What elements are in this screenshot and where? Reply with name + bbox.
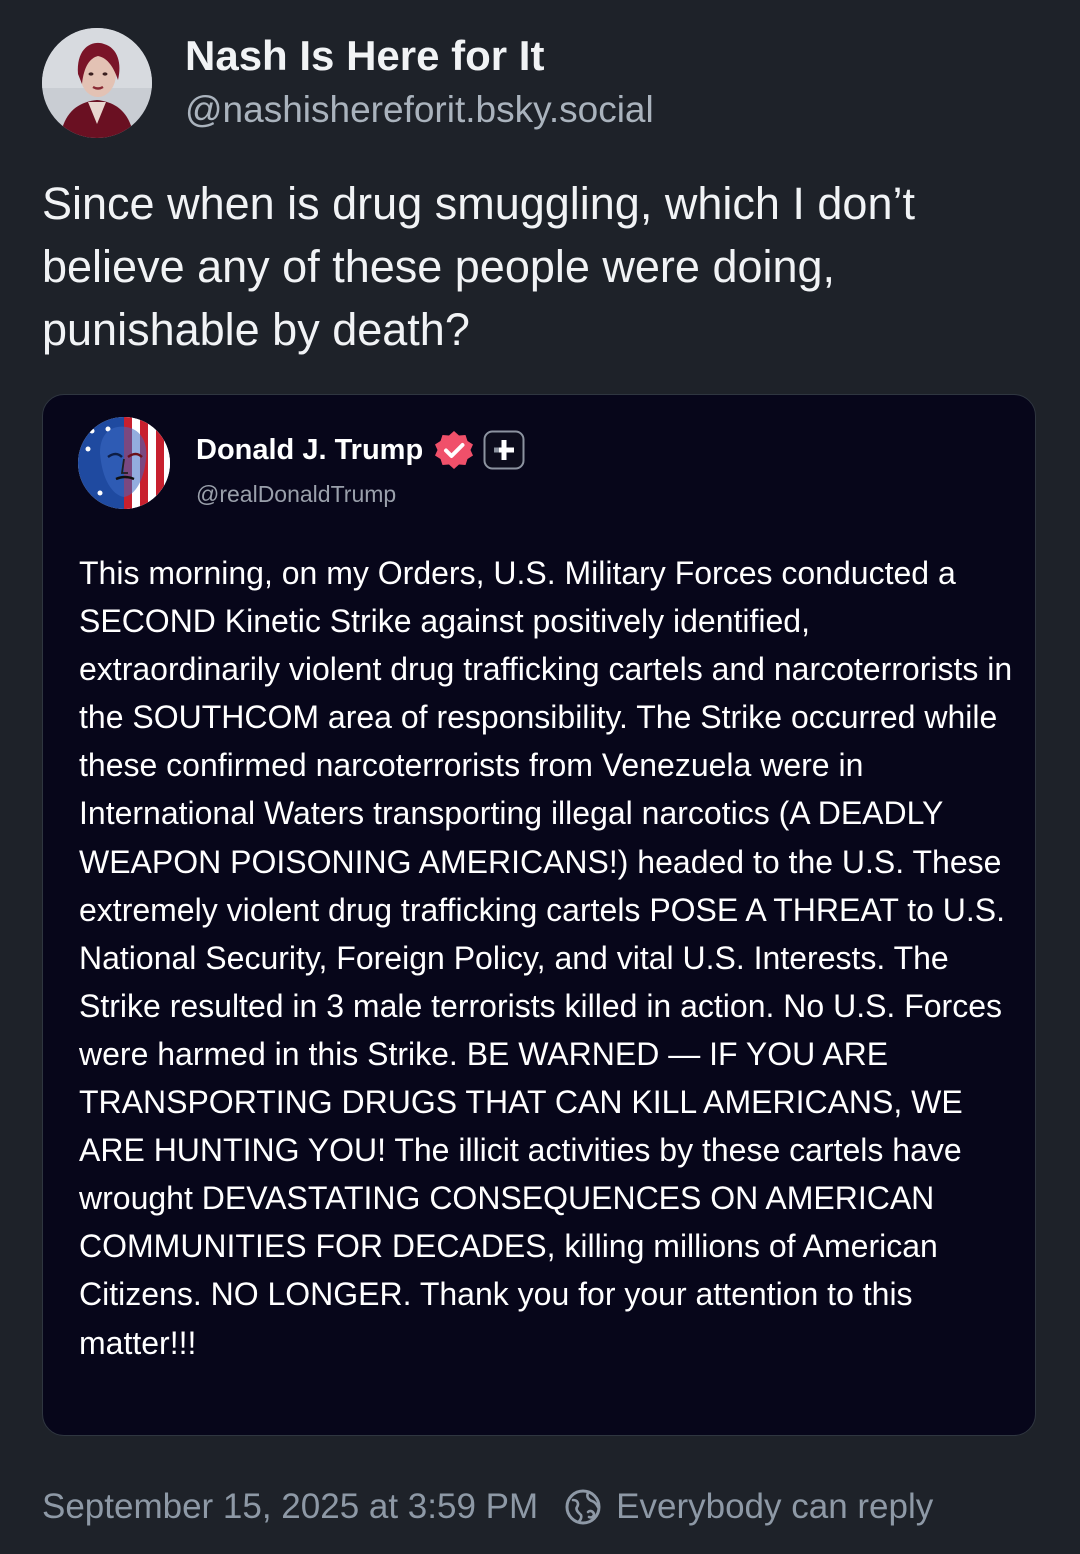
quoted-author-avatar[interactable] bbox=[78, 417, 170, 509]
author-display-name[interactable]: Nash Is Here for It bbox=[185, 29, 654, 83]
author-avatar[interactable] bbox=[42, 28, 152, 138]
post-timestamp[interactable]: September 15, 2025 at 3:59 PM bbox=[42, 1484, 538, 1530]
reply-setting[interactable]: Everybody can reply bbox=[616, 1484, 933, 1530]
verified-badge-icon bbox=[435, 431, 474, 469]
author-handle[interactable]: @nashishereforit.bsky.social bbox=[185, 83, 654, 137]
globe-icon bbox=[565, 1489, 601, 1525]
post-header: Nash Is Here for It @nashishereforit.bsk… bbox=[42, 28, 654, 138]
post-footer: September 15, 2025 at 3:59 PM Everybody … bbox=[42, 1484, 933, 1530]
quoted-author-display-name[interactable]: Donald J. Trump bbox=[196, 434, 423, 467]
quoted-post-text: This morning, on my Orders, U.S. Militar… bbox=[79, 555, 1013, 1361]
quoted-author-name-row: Donald J. Trump bbox=[196, 429, 525, 471]
quoted-author-handle[interactable]: @realDonaldTrump bbox=[196, 481, 396, 508]
quoted-post-card[interactable]: Donald J. Trump @realDonaldTrump This mo… bbox=[42, 394, 1036, 1436]
plus-icon[interactable] bbox=[483, 430, 525, 470]
author-info: Nash Is Here for It @nashishereforit.bsk… bbox=[185, 29, 654, 137]
post-text: Since when is drug smuggling, which I do… bbox=[42, 178, 915, 355]
